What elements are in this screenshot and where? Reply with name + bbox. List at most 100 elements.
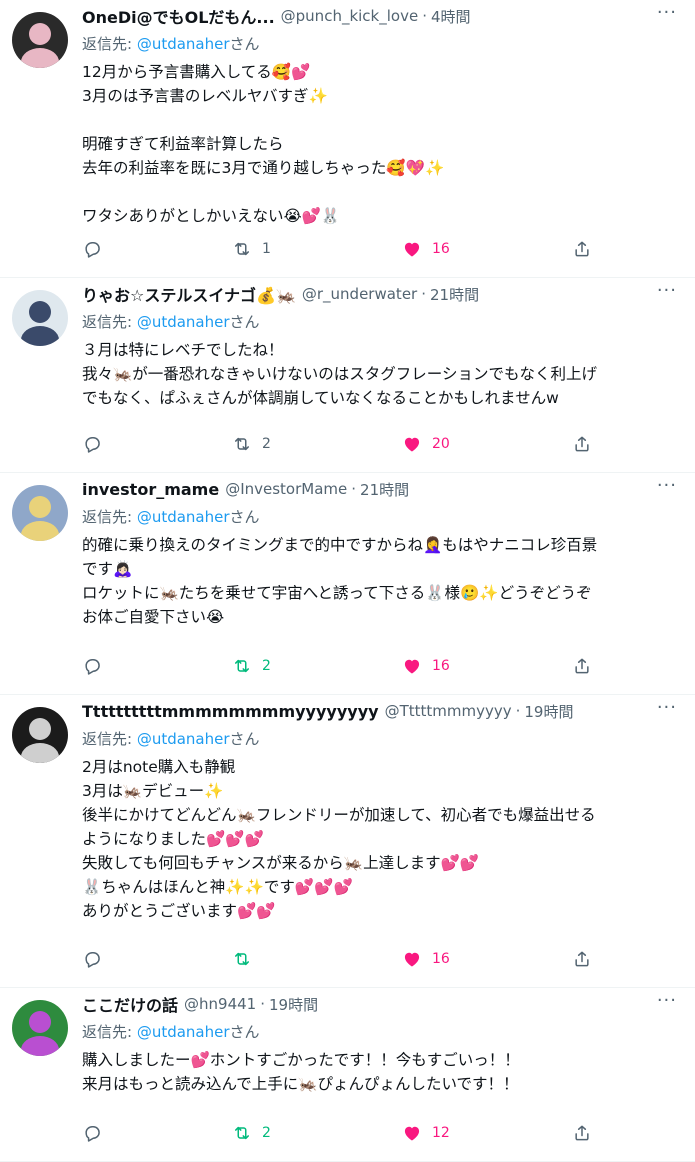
more-icon[interactable]: ··· bbox=[657, 990, 677, 1011]
replying-to-label: 返信先: bbox=[82, 730, 137, 748]
like-icon bbox=[402, 656, 422, 676]
tweet[interactable]: investor_mame @InvestorMame · 21時間 ··· 返信先: @… bbox=[0, 473, 695, 695]
tweet-text-line: です🙇🏻‍♀️ bbox=[82, 560, 133, 578]
user-handle[interactable]: @r_underwater bbox=[302, 285, 417, 303]
replying-to-mention[interactable]: @utdanaher bbox=[137, 730, 230, 748]
share-button[interactable] bbox=[572, 949, 592, 969]
retweet-count: 1 bbox=[262, 241, 271, 257]
share-button[interactable] bbox=[572, 1123, 592, 1143]
reply-button[interactable] bbox=[82, 1123, 112, 1143]
retweet-icon bbox=[232, 949, 252, 969]
tweet-text-line bbox=[82, 180, 679, 204]
replying-to-suffix: さん bbox=[229, 508, 260, 526]
timestamp[interactable]: 4時間 bbox=[431, 6, 471, 27]
action-bar: 2 20 bbox=[82, 424, 679, 464]
reply-icon bbox=[82, 239, 102, 259]
tweet-text-line: お体ご自愛下さい😭 bbox=[82, 608, 225, 626]
display-name[interactable]: ここだけの話 bbox=[82, 992, 178, 1016]
action-bar: 2 12 bbox=[82, 1113, 679, 1153]
more-icon[interactable]: ··· bbox=[657, 697, 677, 718]
retweet-button[interactable]: 1 bbox=[232, 239, 271, 259]
timestamp[interactable]: 19時間 bbox=[524, 701, 573, 722]
retweet-button[interactable]: 2 bbox=[232, 434, 271, 454]
display-name[interactable]: OneDi@でもOLだもん... bbox=[82, 4, 275, 28]
share-icon bbox=[572, 239, 592, 259]
tweet-text-line: 🐰ちゃんはほんと神✨✨です💕💕💕 bbox=[82, 878, 353, 896]
replying-to-mention[interactable]: @utdanaher bbox=[137, 313, 230, 331]
avatar[interactable] bbox=[12, 1000, 68, 1056]
tweet-text-line: 12月から予言書購入してる🥰💕 bbox=[82, 63, 311, 81]
replying-to: 返信先: @utdanaherさん bbox=[82, 310, 679, 334]
user-handle[interactable]: @hn9441 bbox=[184, 995, 256, 1013]
timestamp[interactable]: 19時間 bbox=[269, 994, 318, 1015]
replying-to: 返信先: @utdanaherさん bbox=[82, 727, 679, 751]
tweet-header: OneDi@でもOLだもん... @punch_kick_love · 4時間 bbox=[82, 0, 679, 32]
tweet-text: 的確に乗り換えのタイミングまで的中ですからね🤦‍♀️もはやナニコレ珍百景 です🙇🏻… bbox=[82, 533, 679, 629]
tweet-text-line: ようになりました💕💕💕 bbox=[82, 830, 264, 848]
more-icon[interactable]: ··· bbox=[657, 475, 677, 496]
tweet-text-line: 3月のは予言書のレベルヤバすぎ✨ bbox=[82, 87, 328, 105]
replying-to-suffix: さん bbox=[229, 313, 260, 331]
avatar[interactable] bbox=[12, 290, 68, 346]
avatar[interactable] bbox=[12, 707, 68, 763]
tweet-text-line bbox=[82, 108, 679, 132]
more-icon[interactable]: ··· bbox=[657, 2, 677, 23]
tweet-text-line: ロケットに🦗たちを乗せて宇宙へと誘って下さる🐰様🥲✨どうぞどうぞ bbox=[82, 584, 592, 602]
action-bar: 1 16 bbox=[82, 229, 679, 269]
replying-to-mention[interactable]: @utdanaher bbox=[137, 35, 230, 53]
timestamp[interactable]: 21時間 bbox=[360, 479, 409, 500]
retweet-button[interactable] bbox=[232, 949, 262, 969]
reply-icon bbox=[82, 949, 102, 969]
like-count: 16 bbox=[432, 951, 450, 967]
reply-button[interactable] bbox=[82, 949, 112, 969]
user-handle[interactable]: @Tttttmmmyyyy bbox=[385, 702, 512, 720]
replying-to-suffix: さん bbox=[229, 1023, 260, 1041]
replying-to-mention[interactable]: @utdanaher bbox=[137, 508, 230, 526]
tweet[interactable]: Ttttttttttmmmmmmmmyyyyyyyy @Tttttmmmyyyy ·… bbox=[0, 695, 695, 988]
replying-to-mention[interactable]: @utdanaher bbox=[137, 1023, 230, 1041]
display-name[interactable]: investor_mame bbox=[82, 480, 219, 499]
user-handle[interactable]: @InvestorMame bbox=[225, 480, 347, 498]
display-name[interactable]: りゃお☆ステルスイナゴ💰🦗 bbox=[82, 282, 296, 306]
replying-to-label: 返信先: bbox=[82, 508, 137, 526]
tweet[interactable]: りゃお☆ステルスイナゴ💰🦗 @r_underwater · 21時間 ··· 返信先: @… bbox=[0, 278, 695, 473]
reply-icon bbox=[82, 434, 102, 454]
avatar[interactable] bbox=[12, 12, 68, 68]
share-icon bbox=[572, 434, 592, 454]
like-icon bbox=[402, 239, 422, 259]
reply-button[interactable] bbox=[82, 656, 112, 676]
tweet-text: ３月は特にレベチでしたね！ 我々🦗が一番恐れなきゃいけないのはスタグフレーションで… bbox=[82, 338, 679, 410]
tweet-text-line: 失敗しても何回もチャンスが来るから🦗上達します💕💕 bbox=[82, 854, 480, 872]
reply-button[interactable] bbox=[82, 239, 112, 259]
display-name[interactable]: Ttttttttttmmmmmmmmyyyyyyyy bbox=[82, 702, 379, 721]
retweet-button[interactable]: 2 bbox=[232, 1123, 271, 1143]
retweet-icon bbox=[232, 434, 252, 454]
retweet-icon bbox=[232, 656, 252, 676]
user-handle[interactable]: @punch_kick_love bbox=[281, 7, 419, 25]
like-button[interactable]: 12 bbox=[402, 1123, 450, 1143]
like-button[interactable]: 16 bbox=[402, 239, 450, 259]
separator-dot: · bbox=[515, 702, 521, 720]
retweet-button[interactable]: 2 bbox=[232, 656, 271, 676]
tweet[interactable]: OneDi@でもOLだもん... @punch_kick_love · 4時間 ··· 返… bbox=[0, 0, 695, 278]
share-icon bbox=[572, 1123, 592, 1143]
retweet-icon bbox=[232, 239, 252, 259]
like-button[interactable]: 20 bbox=[402, 434, 450, 454]
like-count: 12 bbox=[432, 1125, 450, 1141]
avatar[interactable] bbox=[12, 485, 68, 541]
separator-dot: · bbox=[351, 480, 357, 498]
tweet[interactable]: ここだけの話 @hn9441 · 19時間 ··· 返信先: @utdanaherさん 購入… bbox=[0, 988, 695, 1162]
share-button[interactable] bbox=[572, 656, 592, 676]
like-button[interactable]: 16 bbox=[402, 656, 450, 676]
tweet-text-line: ありがとうございます💕💕 bbox=[82, 902, 276, 920]
separator-dot: · bbox=[421, 285, 426, 303]
retweet-count: 2 bbox=[262, 1125, 271, 1141]
replying-to-label: 返信先: bbox=[82, 35, 137, 53]
timestamp[interactable]: 21時間 bbox=[430, 284, 479, 305]
share-button[interactable] bbox=[572, 434, 592, 454]
more-icon[interactable]: ··· bbox=[657, 280, 677, 301]
reply-button[interactable] bbox=[82, 434, 112, 454]
reply-icon bbox=[82, 656, 102, 676]
share-button[interactable] bbox=[572, 239, 592, 259]
like-button[interactable]: 16 bbox=[402, 949, 450, 969]
